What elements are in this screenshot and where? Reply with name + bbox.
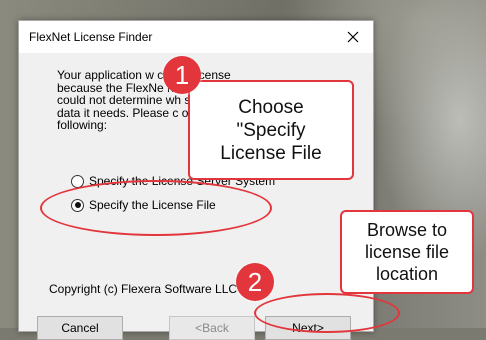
dialog-title: FlexNet License Finder bbox=[29, 30, 153, 44]
title-bar: FlexNet License Finder bbox=[19, 21, 373, 53]
highlight-next-button bbox=[254, 293, 400, 333]
step-badge-2: 2 bbox=[236, 263, 274, 301]
callout-choose-license-file: Choose "Specify License File bbox=[188, 80, 354, 180]
highlight-license-file-option bbox=[40, 180, 272, 236]
close-button[interactable] bbox=[333, 21, 373, 53]
cancel-button[interactable]: Cancel bbox=[37, 316, 123, 340]
back-button[interactable]: <Back bbox=[169, 316, 255, 340]
step-badge-1: 1 bbox=[163, 56, 201, 94]
callout-browse-location: Browse to license file location bbox=[340, 210, 474, 294]
copyright-text: Copyright (c) Flexera Software LLC bbox=[49, 282, 238, 296]
close-icon bbox=[347, 31, 359, 43]
